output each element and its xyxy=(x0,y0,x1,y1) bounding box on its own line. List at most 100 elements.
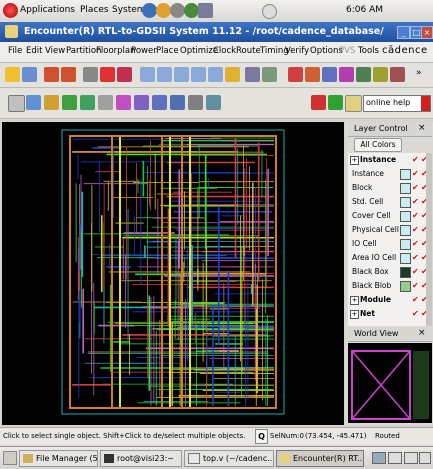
visible-checkbox[interactable]: ✔ xyxy=(412,198,420,206)
layer-color-swatch[interactable] xyxy=(400,225,411,236)
menu-view[interactable]: View xyxy=(45,46,65,56)
menu-floorplan[interactable]: Floorplan xyxy=(96,46,136,56)
layer-row[interactable]: Std. Cell ✔ ✔ xyxy=(350,195,433,209)
expand-icon[interactable]: + xyxy=(350,310,359,319)
layer-color-swatch[interactable] xyxy=(400,281,411,292)
layer-color-swatch[interactable] xyxy=(400,169,411,180)
stats-icon[interactable] xyxy=(311,95,326,110)
undo-icon[interactable] xyxy=(44,67,59,82)
report-icon[interactable] xyxy=(117,67,132,82)
violation-icon[interactable] xyxy=(288,67,303,82)
layer-list-scrollbar[interactable] xyxy=(426,153,432,326)
save-icon[interactable] xyxy=(22,67,37,82)
menu-options[interactable]: Options xyxy=(310,46,343,56)
visible-checkbox[interactable]: ✔ xyxy=(412,156,420,164)
layer-row[interactable]: Instance ✔ ✔ xyxy=(350,167,433,181)
menu-clock[interactable]: Clock xyxy=(213,46,236,56)
via-icon[interactable] xyxy=(62,95,77,110)
world-view-close-icon[interactable]: × xyxy=(418,328,426,338)
menu-pvs[interactable]: PVS xyxy=(339,46,355,56)
browser-launcher-icon[interactable] xyxy=(142,3,157,18)
layer-color-swatch[interactable] xyxy=(400,267,411,278)
layer-row[interactable]: + Net ✔ ✔ xyxy=(350,307,433,321)
system-menu[interactable]: System xyxy=(112,5,146,15)
minimize-button[interactable]: _ xyxy=(397,26,410,39)
close-button[interactable]: × xyxy=(421,26,433,39)
visible-checkbox[interactable]: ✔ xyxy=(412,268,420,276)
trash-icon[interactable] xyxy=(419,452,431,464)
wire-icon[interactable] xyxy=(44,95,59,110)
settings-launcher-icon[interactable] xyxy=(170,3,185,18)
layer-row[interactable]: IO Cell ✔ ✔ xyxy=(350,237,433,251)
split-icon[interactable] xyxy=(134,95,149,110)
layer-row[interactable]: + Module ✔ ✔ xyxy=(350,293,433,307)
places-menu[interactable]: Places xyxy=(80,5,109,15)
layer-row[interactable]: Block ✔ ✔ xyxy=(350,181,433,195)
warning-icon[interactable] xyxy=(305,67,320,82)
visible-checkbox[interactable]: ✔ xyxy=(412,170,420,178)
visible-checkbox[interactable]: ✔ xyxy=(412,310,420,318)
q-button[interactable]: Q xyxy=(255,429,268,444)
network-status-icon[interactable] xyxy=(262,4,277,19)
menu-tools[interactable]: Tools xyxy=(358,46,379,56)
layer-row[interactable]: Black Blob ✔ ✔ xyxy=(350,279,433,293)
layer-color-swatch[interactable] xyxy=(400,197,411,208)
menu-power[interactable]: Power xyxy=(131,46,157,56)
toolbar-overflow-icon[interactable]: » xyxy=(416,68,422,78)
task-terminal[interactable]: root@visi23:~ xyxy=(100,450,182,467)
text-icon[interactable] xyxy=(390,67,405,82)
highlight-icon[interactable] xyxy=(339,67,354,82)
ruler-icon[interactable] xyxy=(322,67,337,82)
layout-canvas[interactable] xyxy=(2,122,344,425)
editor-launcher-icon[interactable] xyxy=(184,3,199,18)
menu-verify[interactable]: Verify xyxy=(285,46,309,56)
layer-color-swatch[interactable] xyxy=(400,211,411,222)
visible-checkbox[interactable]: ✔ xyxy=(412,226,420,234)
layer-color-swatch[interactable] xyxy=(400,239,411,250)
workspace-1-icon[interactable] xyxy=(372,452,386,464)
task-encounter[interactable]: Encounter(R) RT... xyxy=(276,450,364,467)
help-icon[interactable] xyxy=(345,95,362,112)
layer-row[interactable]: + Instance ✔ ✔ xyxy=(350,153,433,167)
zoom-out-icon[interactable] xyxy=(157,67,172,82)
redo-icon[interactable] xyxy=(61,67,76,82)
help-select[interactable]: online help xyxy=(363,95,431,112)
menu-edit[interactable]: Edit xyxy=(26,46,42,56)
layer-color-swatch[interactable] xyxy=(400,253,411,264)
pin-icon[interactable] xyxy=(373,67,388,82)
dropdown-arrow-icon[interactable] xyxy=(421,96,430,111)
redraw-icon[interactable] xyxy=(245,67,260,82)
visible-checkbox[interactable]: ✔ xyxy=(412,296,420,304)
all-colors-button[interactable]: All Colors xyxy=(354,138,402,152)
move-icon[interactable] xyxy=(26,95,41,110)
visible-checkbox[interactable]: ✔ xyxy=(412,240,420,248)
select-arrow-icon[interactable] xyxy=(8,95,25,112)
zoom-selected-icon[interactable] xyxy=(208,67,223,82)
layout-view[interactable] xyxy=(2,122,344,425)
workspace-3-icon[interactable] xyxy=(404,452,418,464)
block-icon[interactable] xyxy=(80,95,95,110)
net-icon[interactable] xyxy=(356,67,371,82)
zoom-fit-icon[interactable] xyxy=(191,67,206,82)
layer-row[interactable]: Area IO Cell ✔ ✔ xyxy=(350,251,433,265)
visible-checkbox[interactable]: ✔ xyxy=(412,254,420,262)
app-icon[interactable] xyxy=(5,25,18,38)
grid-icon[interactable] xyxy=(328,95,343,110)
task-file-manager[interactable]: File Manager (5) xyxy=(19,450,98,467)
cut-icon[interactable] xyxy=(98,95,113,110)
workspace-2-icon[interactable] xyxy=(388,452,402,464)
task-editor[interactable]: top.v (~/cadenc... xyxy=(184,450,274,467)
expand-icon[interactable]: + xyxy=(350,156,359,165)
flip-icon[interactable] xyxy=(188,95,203,110)
expand-icon[interactable]: + xyxy=(350,296,359,305)
terminal-launcher-icon[interactable] xyxy=(198,3,213,18)
layer-row[interactable]: Physical Cell ✔ ✔ xyxy=(350,223,433,237)
panel-close-icon[interactable]: × xyxy=(418,123,426,133)
menu-route[interactable]: Route xyxy=(236,46,261,56)
mail-launcher-icon[interactable] xyxy=(156,3,171,18)
design-icon[interactable] xyxy=(83,67,98,82)
zoom-area-icon[interactable] xyxy=(174,67,189,82)
visible-checkbox[interactable]: ✔ xyxy=(412,282,420,290)
zoom-in-icon[interactable] xyxy=(140,67,155,82)
gnome-foot-icon[interactable] xyxy=(3,3,18,18)
